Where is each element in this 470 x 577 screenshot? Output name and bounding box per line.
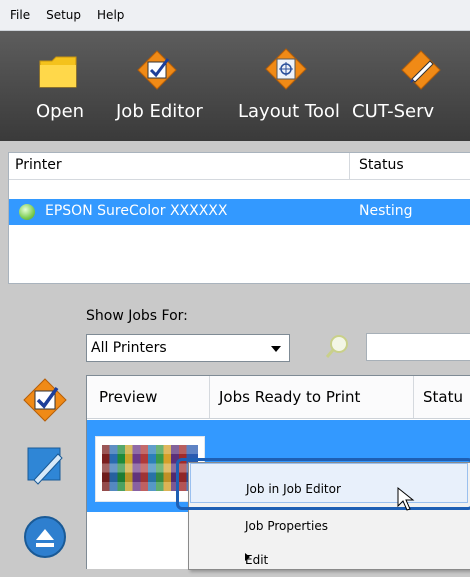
- column-divider: [209, 376, 210, 418]
- mouse-cursor-icon: [397, 486, 415, 511]
- eject-side-icon[interactable]: [22, 514, 68, 560]
- cut-server-button[interactable]: CUT-Serv: [348, 31, 470, 141]
- printer-row[interactable]: EPSON SureColor XXXXXX Nesting: [9, 199, 470, 225]
- status-ok-icon: [19, 204, 35, 220]
- column-divider: [413, 376, 414, 418]
- menu-bar: File Setup Help: [0, 0, 470, 31]
- printer-filter-value: All Printers: [91, 340, 167, 356]
- col-jobs-ready-header[interactable]: Jobs Ready to Print: [219, 388, 360, 406]
- menu-file[interactable]: File: [10, 8, 30, 22]
- col-status-header[interactable]: Statu: [423, 388, 463, 406]
- col-preview-header[interactable]: Preview: [99, 388, 157, 406]
- job-editor-icon: [137, 50, 177, 90]
- job-editor-side-icon[interactable]: [22, 377, 68, 423]
- column-divider: [349, 153, 350, 179]
- printer-list: Printer Status EPSON SureColor XXXXXX Ne…: [8, 152, 470, 284]
- cut-server-icon: [401, 50, 441, 90]
- menu-item-job-properties[interactable]: Job Properties: [189, 509, 470, 543]
- search-icon[interactable]: [324, 334, 350, 360]
- search-input[interactable]: [366, 333, 470, 361]
- toolbar: Open Job Editor Layout Tool CUT-Serv: [0, 31, 470, 141]
- layout-tool-label: Layout Tool: [238, 101, 340, 122]
- show-jobs-for-label: Show Jobs For:: [86, 308, 188, 324]
- printer-list-header: Printer Status: [9, 153, 470, 180]
- printer-filter-select[interactable]: All Printers: [86, 334, 290, 362]
- col-printer-header[interactable]: Printer: [15, 157, 62, 173]
- job-editor-label: Job Editor: [116, 101, 203, 122]
- printer-name: EPSON SureColor XXXXXX: [45, 203, 228, 219]
- layout-tool-button[interactable]: Layout Tool: [232, 31, 342, 141]
- jobs-table-header: Preview Jobs Ready to Print Statu: [87, 376, 470, 419]
- open-label: Open: [36, 101, 85, 122]
- menu-setup[interactable]: Setup: [46, 8, 81, 22]
- submenu-arrow-icon: [245, 553, 250, 561]
- chevron-down-icon: [271, 346, 281, 352]
- callout-highlight-box: [176, 458, 470, 510]
- layout-tool-icon: [265, 48, 307, 90]
- col-status-header[interactable]: Status: [359, 157, 404, 173]
- edit-side-icon[interactable]: [22, 442, 68, 488]
- menu-item-edit[interactable]: Edit: [189, 543, 470, 577]
- open-button[interactable]: Open: [0, 31, 100, 141]
- menu-help[interactable]: Help: [97, 8, 124, 22]
- job-editor-button[interactable]: Job Editor: [106, 31, 216, 141]
- menu-item-label: Job Properties: [245, 519, 328, 533]
- cut-server-label: CUT-Serv: [352, 101, 435, 122]
- printer-status: Nesting: [359, 203, 413, 219]
- folder-icon: [39, 56, 77, 88]
